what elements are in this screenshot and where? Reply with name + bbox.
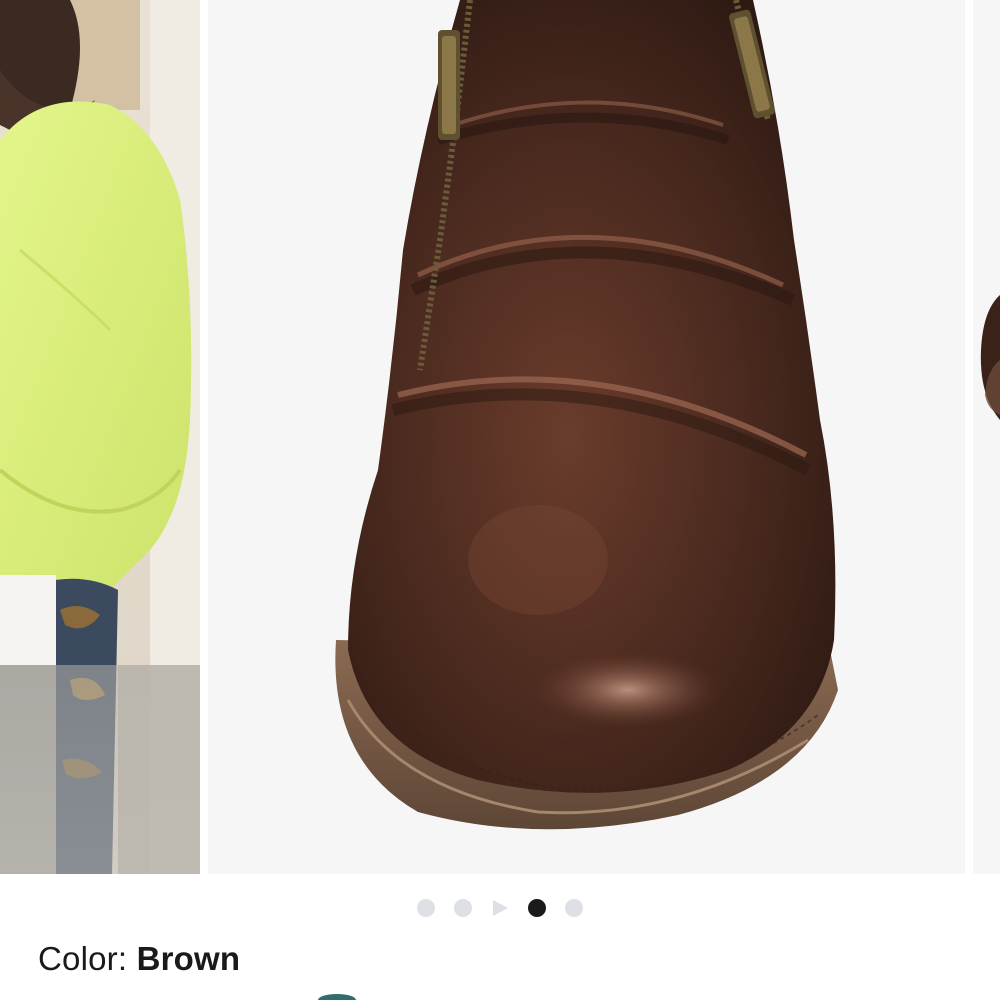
pagination-dot-2[interactable] [454, 899, 472, 917]
next-boot-photo [973, 0, 1000, 874]
color-swatch[interactable] [318, 994, 356, 1000]
carousel-pagination [0, 897, 1000, 919]
play-icon [493, 900, 508, 916]
pagination-video-play-icon[interactable] [491, 899, 509, 917]
color-value: Brown [136, 940, 241, 977]
carousel-slide-previous[interactable] [0, 0, 200, 874]
product-image-carousel[interactable] [0, 0, 1000, 874]
boot-photo [208, 0, 965, 874]
pagination-dot-active[interactable] [528, 899, 546, 917]
model-photo [0, 0, 200, 874]
product-page: Color: Brown [0, 0, 1000, 1000]
pagination-dot-5[interactable] [565, 899, 583, 917]
carousel-slide-current[interactable] [208, 0, 965, 874]
color-selector-label: Color: Brown [38, 940, 240, 978]
carousel-slide-next[interactable] [973, 0, 1000, 874]
pagination-dot-1[interactable] [417, 899, 435, 917]
color-label: Color: [38, 940, 137, 977]
